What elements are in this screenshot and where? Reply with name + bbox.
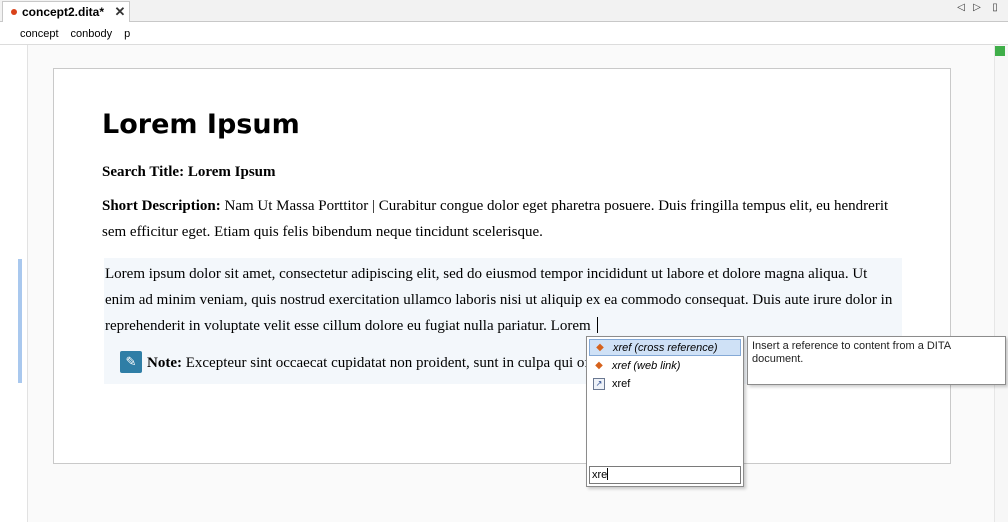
completion-item-label: xref (web link) [612,359,681,372]
content-completion-popup: ◆ xref (cross reference) ◆ xref (web lin… [586,336,744,487]
completion-item-label: xref [612,377,631,390]
tab-label: concept2.dita* [22,5,105,19]
tab-scroll-right-icon[interactable]: ▷ [970,2,984,13]
element-diamond-icon: ◆ [596,341,604,353]
search-title-label: Search Title: [102,164,185,180]
document-page: Lorem Ipsum Search Title: Lorem Ipsum Sh… [53,68,951,464]
breadcrumb-p[interactable]: p [124,28,130,40]
document-title[interactable]: Lorem Ipsum [102,109,300,140]
body-paragraph[interactable]: Lorem ipsum dolor sit amet, consectetur … [104,261,900,339]
change-marker [18,259,22,383]
completion-item-xref[interactable]: ↗ xref [589,375,741,392]
filter-caret [607,468,609,480]
tab-list-menu-icon[interactable]: ▯ [988,2,1002,13]
xref-element-icon: ↗ [593,377,605,390]
close-icon[interactable]: ✕ [111,4,129,20]
completion-item-label: xref (cross reference) [613,341,718,354]
paragraph-text: Lorem ipsum dolor sit amet, consectetur … [105,266,893,334]
completion-doc-tooltip: Insert a reference to content from a DIT… [747,336,1006,385]
completion-filter-value: xre [592,469,608,481]
short-description[interactable]: Short Description: Nam Ut Massa Porttito… [102,193,902,245]
completion-filter-input[interactable]: xre [589,466,741,484]
short-description-label: Short Description: [102,198,221,214]
document-status-ok-icon [995,46,1005,56]
editor-tab-bar: concept2.dita* ✕ ◁ ▷ ▯ [0,0,1008,22]
tab-concept2-dita[interactable]: concept2.dita* ✕ [2,1,130,22]
completion-item-xref-web-link[interactable]: ◆ xref (web link) [589,357,741,374]
author-editor: Lorem Ipsum Search Title: Lorem Ipsum Sh… [0,45,1008,522]
note-label: Note: [147,355,182,371]
text-caret [596,317,598,333]
modified-indicator-icon [11,9,17,15]
search-title[interactable]: Search Title: Lorem Ipsum [102,159,276,185]
tab-scroll-left-icon[interactable]: ◁ [954,2,968,13]
search-title-value: Lorem Ipsum [187,164,276,180]
breadcrumb-conbody[interactable]: conbody [71,28,113,40]
note-icon: ✎ [120,351,142,373]
element-breadcrumb: concept conbody p [0,23,1008,45]
completion-item-xref-cross-reference[interactable]: ◆ xref (cross reference) [589,339,741,356]
vertical-scrollbar[interactable] [994,45,1008,522]
element-diamond-icon: ◆ [595,359,603,371]
breadcrumb-concept[interactable]: concept [20,28,59,40]
